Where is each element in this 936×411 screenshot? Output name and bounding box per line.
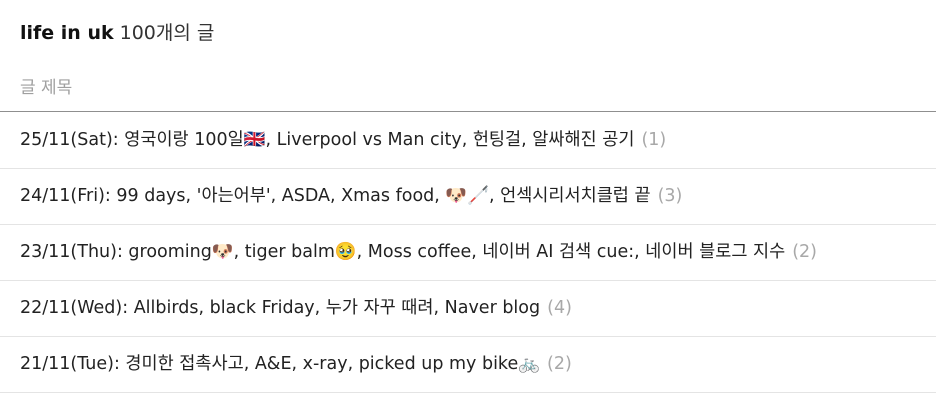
- post-link[interactable]: 21/11(Tue): 경미한 접촉사고, A&E, x-ray, picked…: [20, 352, 572, 376]
- post-link[interactable]: 25/11(Sat): 영국이랑 100일🇬🇧, Liverpool vs Ma…: [20, 128, 666, 152]
- list-column-header: 글 제목: [0, 64, 936, 112]
- post-link[interactable]: 23/11(Thu): grooming🐶, tiger balm🥹, Moss…: [20, 240, 817, 264]
- post-list: 25/11(Sat): 영국이랑 100일🇬🇧, Liverpool vs Ma…: [0, 113, 936, 393]
- post-count: 100개의 글: [119, 22, 215, 44]
- post-title[interactable]: 25/11(Sat): 영국이랑 100일🇬🇧, Liverpool vs Ma…: [20, 128, 634, 152]
- post-row[interactable]: 21/11(Tue): 경미한 접촉사고, A&E, x-ray, picked…: [0, 337, 936, 393]
- post-list-page: life in uk 100개의 글 글 제목 25/11(Sat): 영국이랑…: [0, 0, 936, 411]
- post-title[interactable]: 21/11(Tue): 경미한 접촉사고, A&E, x-ray, picked…: [20, 352, 540, 376]
- comment-count[interactable]: (4): [547, 296, 572, 320]
- title-column-label: 글 제목: [20, 78, 73, 98]
- post-row[interactable]: 24/11(Fri): 99 days, '아는어부', ASDA, Xmas …: [0, 169, 936, 225]
- post-row[interactable]: 22/11(Wed): Allbirds, black Friday, 누가 자…: [0, 281, 936, 337]
- post-row[interactable]: 25/11(Sat): 영국이랑 100일🇬🇧, Liverpool vs Ma…: [0, 113, 936, 169]
- comment-count[interactable]: (3): [658, 184, 683, 208]
- post-row[interactable]: 23/11(Thu): grooming🐶, tiger balm🥹, Moss…: [0, 225, 936, 281]
- comment-count[interactable]: (2): [547, 352, 572, 376]
- comment-count[interactable]: (1): [641, 128, 666, 152]
- comment-count[interactable]: (2): [792, 240, 817, 264]
- post-link[interactable]: 24/11(Fri): 99 days, '아는어부', ASDA, Xmas …: [20, 184, 682, 208]
- category-header: life in uk 100개의 글: [20, 20, 214, 46]
- post-link[interactable]: 22/11(Wed): Allbirds, black Friday, 누가 자…: [20, 296, 572, 320]
- post-title[interactable]: 23/11(Thu): grooming🐶, tiger balm🥹, Moss…: [20, 240, 785, 264]
- post-title[interactable]: 22/11(Wed): Allbirds, black Friday, 누가 자…: [20, 296, 540, 320]
- category-name[interactable]: life in uk: [20, 20, 114, 46]
- post-title[interactable]: 24/11(Fri): 99 days, '아는어부', ASDA, Xmas …: [20, 184, 651, 208]
